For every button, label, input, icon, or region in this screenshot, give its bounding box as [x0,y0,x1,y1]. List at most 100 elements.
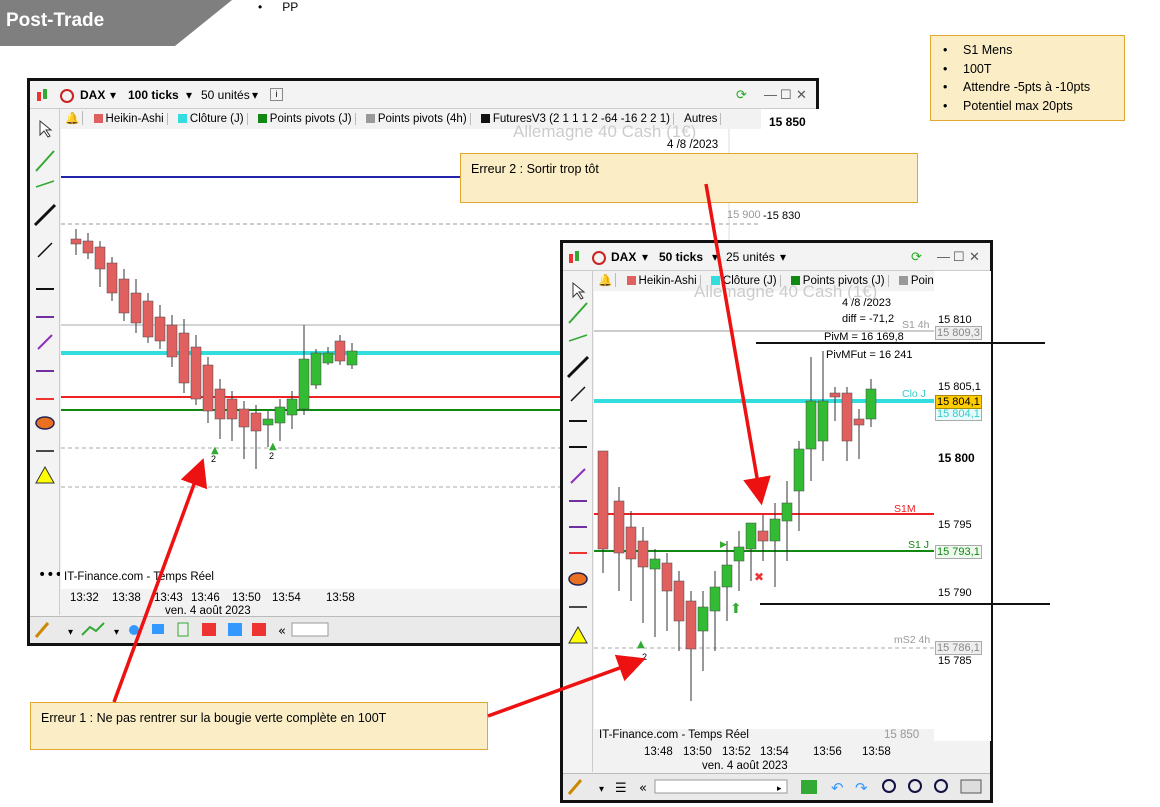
chevron-down-icon[interactable]: ▾ [252,88,258,102]
level-tag-close: 15 804,1 [935,395,982,409]
units-selector[interactable]: 25 unités [726,250,775,264]
chart-type-icon[interactable] [567,249,609,267]
candle [685,600,697,650]
close-icon[interactable]: ✕ [969,249,980,265]
error-note-1: Erreur 1 : Ne pas rentrer sur la bougie … [30,702,488,750]
candle [865,388,877,420]
price-label: 15 850 [769,115,806,129]
candle [214,388,226,420]
svg-text:▾: ▾ [599,784,604,795]
refresh-icon[interactable]: ⟳ [911,249,922,265]
candle [793,448,805,492]
price-label: 15 790 [938,587,972,599]
info-icon[interactable]: i [270,88,283,101]
drawing-tools-sidebar [563,271,593,772]
time-label: 13:58 [862,746,891,758]
candle [238,408,250,428]
drawing-tool-icons[interactable] [563,271,593,751]
chart-window-50-ticks[interactable]: DAX ▾ 50 ticks ▾ 25 unités ▾ ⟳ — ☐ ✕ 🔔 H… [560,240,993,803]
alert-bell-icon[interactable]: 🔔 [62,111,84,125]
strategy-item: S1 Mens [939,41,1124,60]
candle [721,564,733,588]
candle [250,412,262,432]
chevron-down-icon[interactable]: ▾ [780,250,786,264]
time-label: 13:52 [722,746,751,758]
time-label: 13:54 [272,592,301,604]
candle [829,392,841,398]
candle [154,316,166,342]
candle [853,418,865,426]
drawing-tool-icons[interactable]: ••• [30,109,63,589]
maximize-icon[interactable]: ☐ [953,249,965,265]
error-note-2: Erreur 2 : Sortir trop tôt [460,153,918,203]
time-label: 13:46 [191,592,220,604]
signal-icon: ▶ [720,540,727,550]
refresh-icon[interactable]: ⟳ [736,87,747,103]
indicator-pivots-j[interactable]: Points pivots (J) [255,113,356,125]
time-axis-50t: IT-Finance.com - Temps Réel 15 850 13:48… [594,729,934,775]
candle [70,238,82,245]
indicator-heikin-ashi[interactable]: Heikin-Ashi [91,113,168,125]
candle [625,526,637,560]
price-label: 15 805,1 [938,381,981,393]
candle [106,262,118,294]
bullet-pp: • PP [258,0,299,14]
instrument-selector[interactable]: DAX [611,250,636,264]
close-icon[interactable]: ✕ [796,87,807,103]
candle [697,606,709,632]
candle [142,300,154,338]
instrument-selector[interactable]: DAX [80,88,105,102]
chevron-down-icon[interactable]: ▾ [642,250,648,264]
candle [274,406,286,424]
chart-toolbar: DAX ▾ 50 ticks ▾ 25 unités ▾ ⟳ — ☐ ✕ [563,243,990,271]
candle [118,278,130,314]
candle [781,502,793,522]
buy-signal-icon: ▲ [637,639,645,650]
buy-signal-icon: ⬆ [730,601,742,617]
candle [286,398,298,416]
signal-count: 2 [269,451,275,461]
svg-text:▾: ▾ [68,627,73,638]
price-label: 15 810 [938,314,972,326]
level-tag-s1-j: 15 793,1 [935,545,982,559]
signal-count: 2 [642,652,648,662]
ticks-selector[interactable]: 50 ticks [659,250,703,264]
grid-price-label: 15 900 [727,209,761,221]
chevron-down-icon[interactable]: ▾ [186,88,192,102]
candle [82,240,94,254]
candle [757,530,769,542]
time-label: 13:43 [154,592,183,604]
minimize-icon[interactable]: — [764,87,777,102]
units-selector[interactable]: 50 unités [201,88,250,102]
line-label: S1M [894,503,916,515]
indicator-pivots-4h[interactable]: Points pivots (4h) [363,113,471,125]
price-chart-50t[interactable]: ▲ ⬆ ✖ ▶ Allemagne 40 Cash (1€) 4 /8 /2023 d… [594,282,934,733]
indicator-cloture[interactable]: Clôture (J) [175,113,248,125]
indicator-heikin-ashi[interactable]: Heikin-Ashi [624,275,701,287]
candle [769,518,781,542]
bottom-tool-icons[interactable]: ▾ ☰ « ▸ ↶ ↷ [563,774,991,800]
strategy-item: Attendre -5pts à -10pts [939,78,1124,97]
candle [310,352,322,386]
time-label: 13:38 [112,592,141,604]
price-axis-50t[interactable]: 15 810 15 809,3 15 805,1 15 804,1 15 804… [934,271,991,741]
time-label: 13:50 [683,746,712,758]
chevron-down-icon[interactable]: ▾ [110,88,116,102]
chevron-down-icon[interactable]: ▾ [712,250,718,264]
level-tag-s1-4h: 15 809,3 [935,326,982,340]
bottom-tool-icons[interactable]: ▾ ▾ « [30,617,330,643]
candle [346,350,358,366]
drawing-tools-sidebar: ••• [30,109,63,615]
candle [94,246,106,270]
ticks-selector[interactable]: 100 ticks [128,88,179,102]
alert-bell-icon[interactable]: 🔔 [595,273,617,287]
strategy-item: 100T [939,60,1124,79]
svg-text:↷: ↷ [855,779,868,797]
minimize-icon[interactable]: — [937,249,950,264]
candle [226,398,238,420]
signal-count: 2 [211,454,217,464]
chart-type-icon[interactable] [35,87,83,105]
maximize-icon[interactable]: ☐ [780,87,792,103]
candle [130,292,142,324]
chart-date-header: 4 /8 /2023 [667,139,719,151]
